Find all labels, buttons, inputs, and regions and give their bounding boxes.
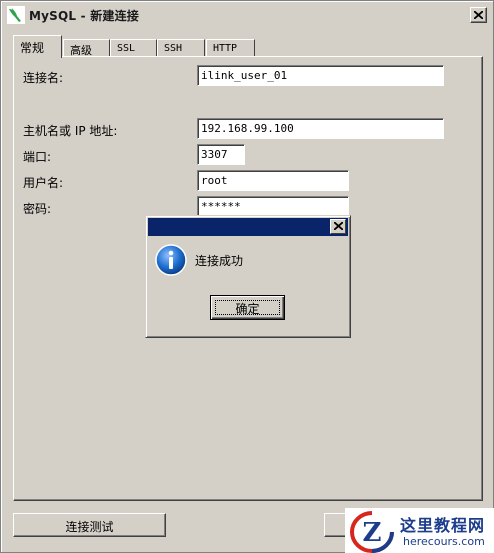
password-label: 密码: [23, 202, 52, 216]
window-titlebar[interactable]: MySQL - 新建连接 [4, 4, 490, 26]
site-logo-icon: Z [350, 511, 394, 553]
test-connection-button[interactable]: 连接测试 [13, 513, 166, 537]
close-button[interactable] [470, 7, 487, 23]
tab-http[interactable]: HTTP [206, 39, 255, 57]
focus-rect [215, 300, 280, 315]
close-icon [474, 11, 483, 19]
port-label: 端口: [23, 150, 52, 164]
connection-name-label: 连接名: [23, 71, 64, 85]
window-title: MySQL - 新建连接 [29, 8, 139, 23]
close-icon [334, 222, 343, 230]
tab-general[interactable]: 常规 [13, 35, 62, 58]
tab-advanced[interactable]: 高级 [63, 39, 110, 57]
username-label: 用户名: [23, 176, 64, 190]
tab-ssl[interactable]: SSL [110, 39, 157, 57]
dialog-ok-button[interactable]: 确定 [210, 295, 285, 320]
dialog-titlebar[interactable] [148, 218, 348, 236]
host-input[interactable]: 192.168.99.100 [197, 118, 444, 139]
dialog-close-button[interactable] [330, 219, 346, 234]
info-icon [155, 244, 187, 276]
watermark: Z 这里教程网 herecours.com [345, 508, 494, 553]
watermark-title: 这里教程网 [400, 516, 486, 535]
success-dialog: 连接成功 确定 [145, 215, 351, 338]
host-label: 主机名或 IP 地址: [23, 124, 118, 138]
username-input[interactable]: root [197, 170, 349, 191]
mysql-dolphin-icon [7, 6, 25, 24]
tab-ssh[interactable]: SSH [157, 39, 205, 57]
password-input[interactable]: ****** [197, 196, 349, 217]
logo-letter: Z [363, 518, 382, 548]
connection-window: MySQL - 新建连接 常规 高级 SSL SSH HTTP 连接名: ili… [0, 0, 494, 553]
watermark-url: herecours.com [403, 535, 485, 548]
port-input[interactable]: 3307 [197, 144, 245, 165]
connection-name-input[interactable]: ilink_user_01 [197, 65, 444, 86]
dialog-message: 连接成功 [195, 254, 244, 268]
